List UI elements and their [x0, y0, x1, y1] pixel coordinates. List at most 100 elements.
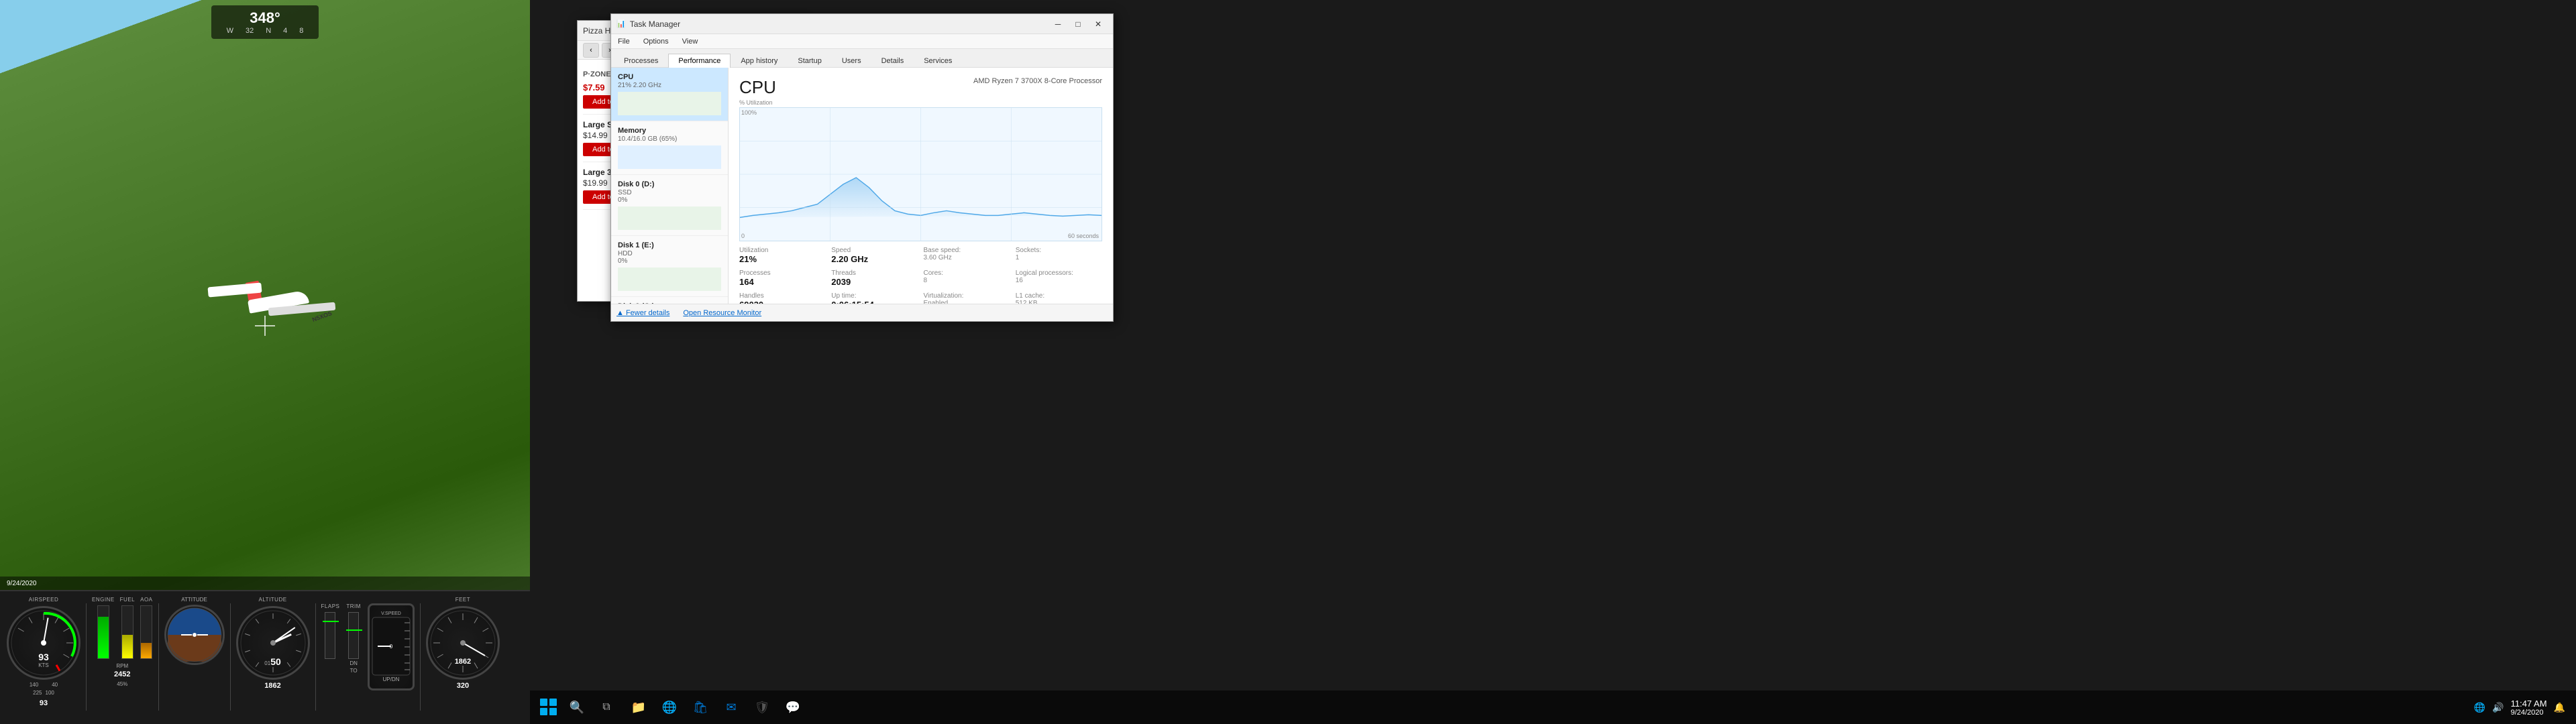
- taskbar-file-explorer[interactable]: 📁: [624, 692, 653, 722]
- sim-bottom-stats: 9/24/2020: [0, 577, 530, 590]
- perf-item-cpu[interactable]: CPU 21% 2.20 GHz: [611, 68, 728, 121]
- stat-logical-value: 16: [1016, 277, 1102, 284]
- taskbar-edge[interactable]: 🌐: [655, 692, 684, 722]
- fewer-details-link[interactable]: ▲ Fewer details: [616, 309, 669, 317]
- stat-basespeed-label: Base speed:: [924, 247, 1010, 254]
- perf-item-disk0[interactable]: Disk 0 (D:) SSD0%: [611, 175, 728, 236]
- altitude-section: ALTITUDE: [236, 597, 310, 690]
- stat-basespeed: Base speed: 3.60 GHz: [924, 247, 1010, 264]
- engine-fill-throttle: [98, 617, 109, 658]
- feet-section: FEET: [426, 597, 500, 690]
- menu-options[interactable]: Options: [641, 36, 672, 47]
- open-resource-monitor-link[interactable]: Open Resource Monitor: [683, 309, 761, 317]
- flaps-indicator: [325, 612, 335, 659]
- discord-icon: 💬: [786, 701, 800, 715]
- taskbar-mail[interactable]: ✉: [716, 692, 746, 722]
- taskmanager-window[interactable]: 📊 Task Manager ─ □ ✕ File Options View P…: [610, 13, 1114, 322]
- taskman-window-controls: ─ □ ✕: [1049, 16, 1108, 32]
- attitude-gauge: [164, 605, 225, 665]
- altitude-label: ALTITUDE: [258, 597, 286, 603]
- edge-icon: 🌐: [662, 701, 677, 715]
- perf-item-disk2[interactable]: Disk 2 (C:) SSD1%: [611, 297, 728, 304]
- tab-processes[interactable]: Processes: [614, 54, 668, 68]
- taskman-close-btn[interactable]: ✕: [1089, 16, 1108, 32]
- stat-threads-value: 2039: [831, 277, 918, 287]
- tab-details[interactable]: Details: [871, 54, 914, 68]
- compass-overlay: 348° W 32 N 4 8: [211, 5, 319, 39]
- perf-cpu-name: CPU: [618, 73, 721, 81]
- taskview-button[interactable]: ⧉: [592, 692, 621, 722]
- pizza-back-btn[interactable]: ‹: [583, 43, 599, 58]
- search-icon: 🔍: [570, 701, 584, 715]
- file-explorer-icon: 📁: [631, 701, 646, 715]
- perf-item-disk1[interactable]: Disk 1 (E:) HDD0%: [611, 236, 728, 297]
- cpu-title: CPU: [739, 77, 776, 98]
- compass-cardinals: W 32 N 4 8: [227, 27, 304, 35]
- taskman-tabs: Processes Performance App history Startu…: [611, 49, 1113, 68]
- sim-stat-date: 9/24/2020: [7, 580, 37, 587]
- start-button[interactable]: [535, 694, 562, 721]
- flaps-label: FLAPS: [321, 603, 340, 609]
- tab-performance[interactable]: Performance: [668, 54, 731, 68]
- altitude-gauge: 0150: [236, 606, 310, 680]
- perf-disk1-name: Disk 1 (E:): [618, 241, 721, 249]
- perf-memory-detail: 10.4/16.0 GB (65%): [618, 135, 721, 143]
- tab-startup[interactable]: Startup: [788, 54, 831, 68]
- mail-icon: ✉: [726, 701, 736, 715]
- tab-apphistory[interactable]: App history: [731, 54, 788, 68]
- stat-l1-label: L1 cache:: [1016, 292, 1102, 300]
- attitude-section: ATTITUDE: [164, 597, 225, 665]
- airspeed-section: AIRSPEED: [7, 597, 80, 707]
- stat-threads: Threads 2039: [831, 269, 918, 287]
- stat-procs-value: 164: [739, 277, 826, 287]
- tab-services[interactable]: Services: [914, 54, 962, 68]
- aoa-bar: [140, 605, 152, 659]
- perf-memory-name: Memory: [618, 127, 721, 135]
- menu-view[interactable]: View: [680, 36, 701, 47]
- airspeed-gauge: 93 KTS: [7, 606, 80, 680]
- notifications-icon[interactable]: 🔔: [2554, 702, 2565, 713]
- taskman-minimize-btn[interactable]: ─: [1049, 16, 1067, 32]
- engine-section: ENGINE FUEL: [92, 597, 153, 687]
- taskbar-app-extra2[interactable]: 💬: [778, 692, 808, 722]
- aoa-fill: [141, 643, 152, 658]
- stat-speed-label: Speed: [831, 247, 918, 254]
- taskview-icon: ⧉: [602, 701, 610, 713]
- stat-speed: Speed 2.20 GHz: [831, 247, 918, 264]
- taskman-menubar: File Options View: [611, 34, 1113, 49]
- plane-id: N5XOS: [311, 310, 333, 324]
- stat-processes: Processes 164: [739, 269, 826, 287]
- taskman-titlebar: 📊 Task Manager ─ □ ✕: [611, 14, 1113, 34]
- stat-cores-value: 8: [924, 277, 1010, 284]
- tab-users[interactable]: Users: [832, 54, 871, 68]
- feet-value-bottom: 320: [457, 682, 469, 690]
- perf-cpu-detail: 21% 2.20 GHz: [618, 82, 721, 89]
- search-button[interactable]: 🔍: [565, 695, 589, 719]
- cpu-stats-grid: Utilization 21% Speed 2.20 GHz Base spee…: [739, 247, 1102, 304]
- perf-item-memory[interactable]: Memory 10.4/16.0 GB (65%): [611, 121, 728, 175]
- airspeed-label: AIRSPEED: [29, 597, 58, 603]
- stat-uptime-label: Up time:: [831, 292, 918, 300]
- taskbar-app-extra1[interactable]: 🛡: [747, 692, 777, 722]
- stat-sockets: Sockets: 1: [1016, 247, 1102, 264]
- taskman-window-title: Task Manager: [630, 19, 1049, 29]
- plane-silhouette: N5XOS: [201, 275, 335, 328]
- altitude-value: 1862: [264, 682, 280, 690]
- menu-file[interactable]: File: [615, 36, 633, 47]
- taskbar-store[interactable]: 🛍: [686, 692, 715, 722]
- flaps-trim-section: FLAPS TRIM DN TO V.SPEED: [321, 603, 415, 690]
- taskbar-time: 11:47 AM: [2511, 699, 2547, 709]
- perf-memory-mini-graph: [618, 145, 721, 169]
- perf-disk0-mini-graph: [618, 206, 721, 230]
- trim-mark: [346, 629, 362, 631]
- taskman-body: CPU 21% 2.20 GHz Memory 10.4/16.0 GB (65…: [611, 68, 1113, 304]
- vspeed-label: V.SPEED: [381, 611, 401, 616]
- shield-icon: 🛡: [755, 701, 770, 715]
- taskbar-right: 🌐 🔊 11:47 AM 9/24/2020 🔔: [2474, 699, 2571, 717]
- perf-cpu-mini-graph: [618, 92, 721, 115]
- perf-main-area: CPU AMD Ryzen 7 3700X 8-Core Processor %…: [729, 68, 1113, 304]
- taskbar-date: 9/24/2020: [2511, 709, 2547, 717]
- taskman-maximize-btn[interactable]: □: [1069, 16, 1087, 32]
- stat-virt-label: Virtualization:: [924, 292, 1010, 300]
- perf-disk1-detail: HDD0%: [618, 250, 721, 265]
